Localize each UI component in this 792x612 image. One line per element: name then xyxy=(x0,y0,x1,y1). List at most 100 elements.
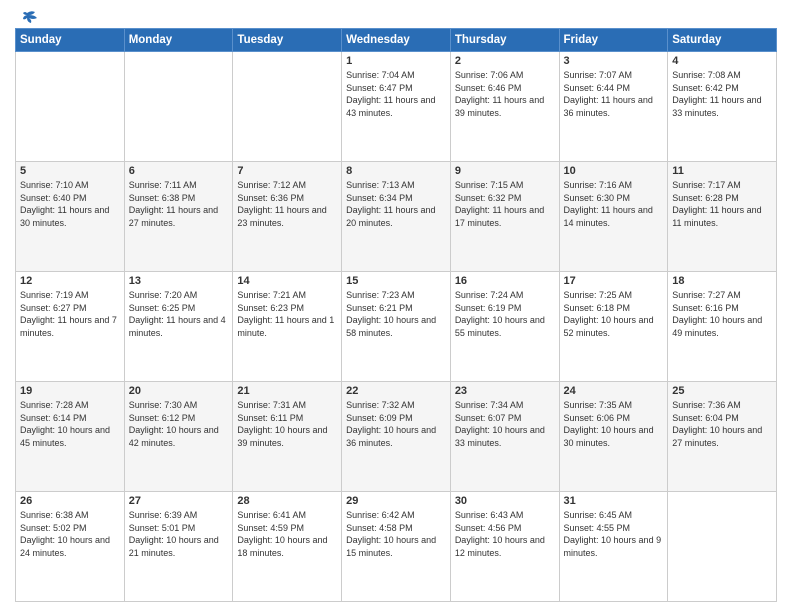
day-number: 10 xyxy=(564,165,664,177)
day-info: Sunrise: 6:38 AMSunset: 5:02 PMDaylight:… xyxy=(20,509,120,559)
day-number: 23 xyxy=(455,385,555,397)
day-info: Sunrise: 6:39 AMSunset: 5:01 PMDaylight:… xyxy=(129,509,229,559)
day-number: 9 xyxy=(455,165,555,177)
day-info: Sunrise: 7:24 AMSunset: 6:19 PMDaylight:… xyxy=(455,289,555,339)
day-number: 4 xyxy=(672,55,772,67)
day-number: 22 xyxy=(346,385,446,397)
day-info: Sunrise: 7:34 AMSunset: 6:07 PMDaylight:… xyxy=(455,399,555,449)
day-info: Sunrise: 7:10 AMSunset: 6:40 PMDaylight:… xyxy=(20,179,120,229)
calendar-cell: 23 Sunrise: 7:34 AMSunset: 6:07 PMDayligh… xyxy=(450,382,559,492)
calendar-cell: 1 Sunrise: 7:04 AMSunset: 6:47 PMDaylight… xyxy=(342,52,451,162)
calendar-cell: 26Sunrise: 6:38 AMSunset: 5:02 PMDayligh… xyxy=(16,492,125,602)
day-number: 14 xyxy=(237,275,337,287)
day-number: 1 xyxy=(346,55,446,67)
calendar-cell: 21 Sunrise: 7:31 AMSunset: 6:11 PMDayligh… xyxy=(233,382,342,492)
calendar-cell: 8 Sunrise: 7:13 AMSunset: 6:34 PMDaylight… xyxy=(342,162,451,272)
calendar-cell xyxy=(233,52,342,162)
calendar-cell: 25Sunrise: 7:36 AMSunset: 6:04 PMDayligh… xyxy=(668,382,777,492)
day-number: 2 xyxy=(455,55,555,67)
day-number: 18 xyxy=(672,275,772,287)
day-number: 6 xyxy=(129,165,229,177)
day-info: Sunrise: 7:27 AMSunset: 6:16 PMDaylight:… xyxy=(672,289,772,339)
calendar-header-row: SundayMondayTuesdayWednesdayThursdayFrid… xyxy=(16,29,777,52)
day-number: 30 xyxy=(455,495,555,507)
day-info: Sunrise: 7:21 AMSunset: 6:23 PMDaylight:… xyxy=(237,289,337,339)
day-info: Sunrise: 7:04 AMSunset: 6:47 PMDaylight:… xyxy=(346,69,446,119)
logo xyxy=(15,10,39,24)
calendar-cell: 6 Sunrise: 7:11 AMSunset: 6:38 PMDaylight… xyxy=(124,162,233,272)
day-info: Sunrise: 7:35 AMSunset: 6:06 PMDaylight:… xyxy=(564,399,664,449)
day-number: 13 xyxy=(129,275,229,287)
day-number: 28 xyxy=(237,495,337,507)
calendar-cell: 13 Sunrise: 7:20 AMSunset: 6:25 PMDayligh… xyxy=(124,272,233,382)
weekday-header-wednesday: Wednesday xyxy=(342,29,451,52)
day-number: 25 xyxy=(672,385,772,397)
day-number: 16 xyxy=(455,275,555,287)
day-number: 19 xyxy=(20,385,120,397)
calendar-table: SundayMondayTuesdayWednesdayThursdayFrid… xyxy=(15,28,777,602)
weekday-header-thursday: Thursday xyxy=(450,29,559,52)
page: SundayMondayTuesdayWednesdayThursdayFrid… xyxy=(0,0,792,612)
calendar-cell: 27 Sunrise: 6:39 AMSunset: 5:01 PMDayligh… xyxy=(124,492,233,602)
header xyxy=(15,10,777,24)
day-number: 27 xyxy=(129,495,229,507)
calendar-week-2: 5Sunrise: 7:10 AMSunset: 6:40 PMDaylight… xyxy=(16,162,777,272)
day-info: Sunrise: 7:17 AMSunset: 6:28 PMDaylight:… xyxy=(672,179,772,229)
day-info: Sunrise: 6:43 AMSunset: 4:56 PMDaylight:… xyxy=(455,509,555,559)
day-number: 7 xyxy=(237,165,337,177)
weekday-header-tuesday: Tuesday xyxy=(233,29,342,52)
day-info: Sunrise: 7:11 AMSunset: 6:38 PMDaylight:… xyxy=(129,179,229,229)
day-number: 21 xyxy=(237,385,337,397)
day-info: Sunrise: 7:13 AMSunset: 6:34 PMDaylight:… xyxy=(346,179,446,229)
calendar-cell: 31 Sunrise: 6:45 AMSunset: 4:55 PMDayligh… xyxy=(559,492,668,602)
day-number: 17 xyxy=(564,275,664,287)
calendar-cell: 28 Sunrise: 6:41 AMSunset: 4:59 PMDayligh… xyxy=(233,492,342,602)
calendar-cell: 22Sunrise: 7:32 AMSunset: 6:09 PMDayligh… xyxy=(342,382,451,492)
day-info: Sunrise: 7:20 AMSunset: 6:25 PMDaylight:… xyxy=(129,289,229,339)
day-info: Sunrise: 7:07 AMSunset: 6:44 PMDaylight:… xyxy=(564,69,664,119)
calendar-cell: 16 Sunrise: 7:24 AMSunset: 6:19 PMDayligh… xyxy=(450,272,559,382)
calendar-cell: 18 Sunrise: 7:27 AMSunset: 6:16 PMDayligh… xyxy=(668,272,777,382)
day-info: Sunrise: 7:12 AMSunset: 6:36 PMDaylight:… xyxy=(237,179,337,229)
calendar-cell: 30 Sunrise: 6:43 AMSunset: 4:56 PMDayligh… xyxy=(450,492,559,602)
day-number: 8 xyxy=(346,165,446,177)
calendar-cell: 12 Sunrise: 7:19 AMSunset: 6:27 PMDayligh… xyxy=(16,272,125,382)
day-info: Sunrise: 7:19 AMSunset: 6:27 PMDaylight:… xyxy=(20,289,120,339)
calendar-cell: 5Sunrise: 7:10 AMSunset: 6:40 PMDaylight… xyxy=(16,162,125,272)
weekday-header-monday: Monday xyxy=(124,29,233,52)
day-info: Sunrise: 7:15 AMSunset: 6:32 PMDaylight:… xyxy=(455,179,555,229)
logo-bird-icon xyxy=(17,10,39,26)
calendar-cell: 7 Sunrise: 7:12 AMSunset: 6:36 PMDaylight… xyxy=(233,162,342,272)
calendar-cell: 3 Sunrise: 7:07 AMSunset: 6:44 PMDaylight… xyxy=(559,52,668,162)
calendar-week-4: 19 Sunrise: 7:28 AMSunset: 6:14 PMDayligh… xyxy=(16,382,777,492)
calendar-cell: 4Sunrise: 7:08 AMSunset: 6:42 PMDaylight… xyxy=(668,52,777,162)
day-info: Sunrise: 7:25 AMSunset: 6:18 PMDaylight:… xyxy=(564,289,664,339)
calendar-cell: 11 Sunrise: 7:17 AMSunset: 6:28 PMDayligh… xyxy=(668,162,777,272)
calendar-cell: 14 Sunrise: 7:21 AMSunset: 6:23 PMDayligh… xyxy=(233,272,342,382)
calendar-week-1: 1 Sunrise: 7:04 AMSunset: 6:47 PMDaylight… xyxy=(16,52,777,162)
day-number: 15 xyxy=(346,275,446,287)
day-number: 3 xyxy=(564,55,664,67)
calendar-cell: 9 Sunrise: 7:15 AMSunset: 6:32 PMDaylight… xyxy=(450,162,559,272)
day-info: Sunrise: 7:31 AMSunset: 6:11 PMDaylight:… xyxy=(237,399,337,449)
day-number: 12 xyxy=(20,275,120,287)
weekday-header-friday: Friday xyxy=(559,29,668,52)
calendar-cell: 10Sunrise: 7:16 AMSunset: 6:30 PMDayligh… xyxy=(559,162,668,272)
calendar-week-3: 12 Sunrise: 7:19 AMSunset: 6:27 PMDayligh… xyxy=(16,272,777,382)
calendar-cell: 20Sunrise: 7:30 AMSunset: 6:12 PMDayligh… xyxy=(124,382,233,492)
day-info: Sunrise: 6:45 AMSunset: 4:55 PMDaylight:… xyxy=(564,509,664,559)
calendar-cell: 19 Sunrise: 7:28 AMSunset: 6:14 PMDayligh… xyxy=(16,382,125,492)
calendar-cell: 17 Sunrise: 7:25 AMSunset: 6:18 PMDayligh… xyxy=(559,272,668,382)
day-info: Sunrise: 7:28 AMSunset: 6:14 PMDaylight:… xyxy=(20,399,120,449)
day-number: 31 xyxy=(564,495,664,507)
day-number: 29 xyxy=(346,495,446,507)
calendar-cell: 24Sunrise: 7:35 AMSunset: 6:06 PMDayligh… xyxy=(559,382,668,492)
day-info: Sunrise: 7:23 AMSunset: 6:21 PMDaylight:… xyxy=(346,289,446,339)
calendar-week-5: 26Sunrise: 6:38 AMSunset: 5:02 PMDayligh… xyxy=(16,492,777,602)
calendar-cell xyxy=(16,52,125,162)
day-info: Sunrise: 6:41 AMSunset: 4:59 PMDaylight:… xyxy=(237,509,337,559)
calendar-cell: 2Sunrise: 7:06 AMSunset: 6:46 PMDaylight… xyxy=(450,52,559,162)
day-number: 20 xyxy=(129,385,229,397)
weekday-header-sunday: Sunday xyxy=(16,29,125,52)
day-number: 11 xyxy=(672,165,772,177)
